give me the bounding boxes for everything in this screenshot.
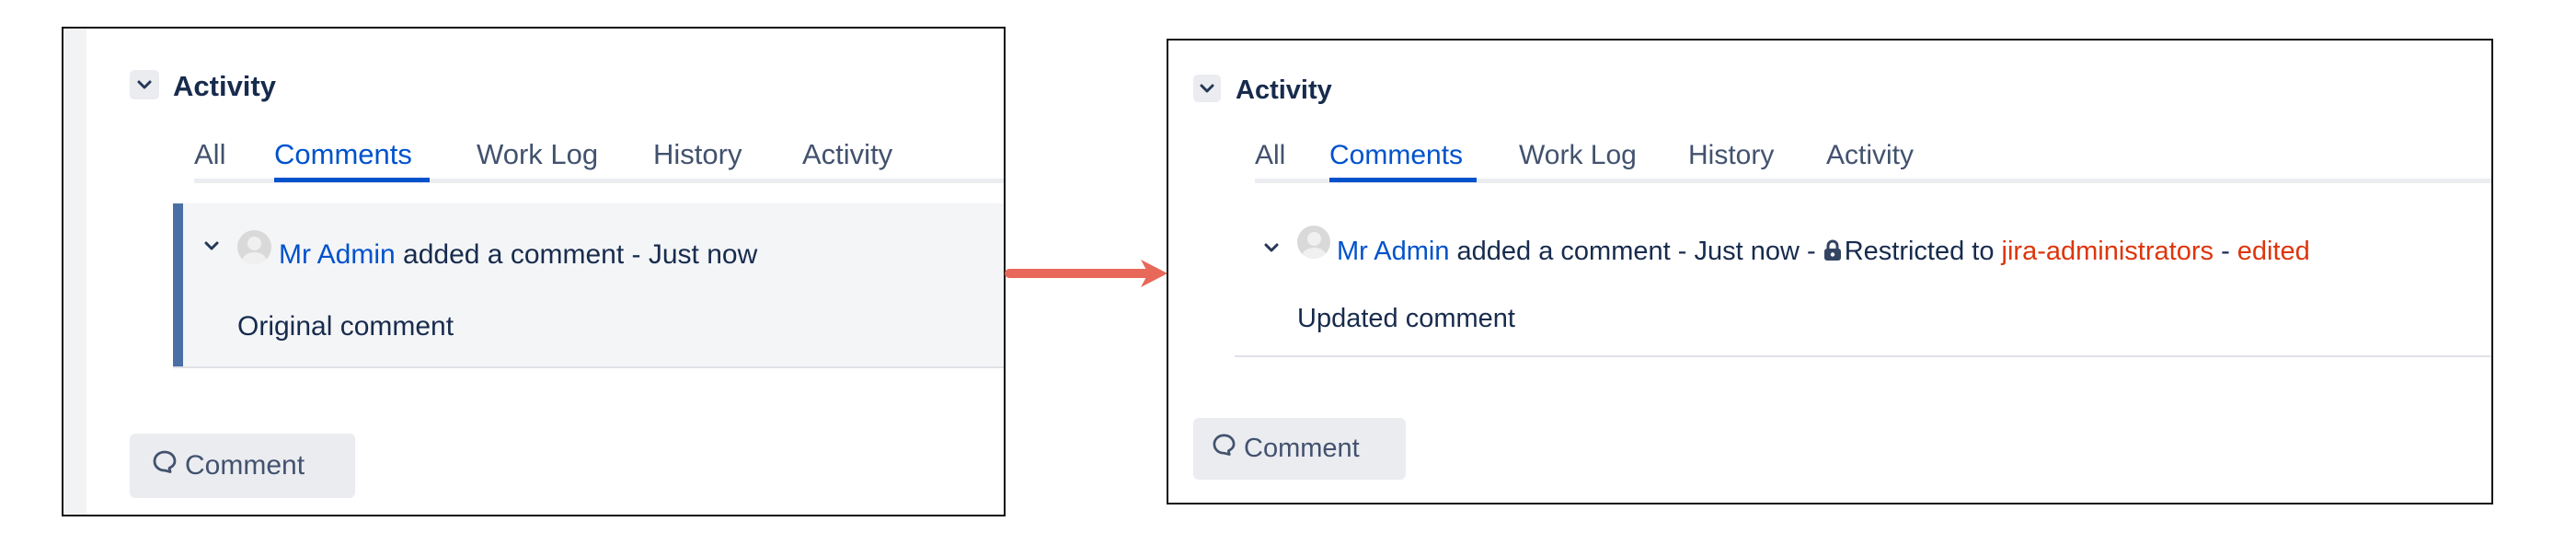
before-activity-panel: Activity All Comments Work Log History A… [62,27,1006,516]
tab-comments[interactable]: Comments [1329,142,1463,169]
tab-activity[interactable]: Activity [802,140,892,168]
comment-action-text: added a comment - Just now - [1456,237,1816,266]
default-avatar-icon [1297,226,1330,259]
chevron-down-icon [137,79,152,90]
comment-author-link[interactable]: Mr Admin [279,239,396,270]
lock-icon [1823,239,1842,267]
comment-meta: Mr Admin added a comment - Just now - Re… [1337,238,2310,267]
meta-separator: - [2221,237,2230,266]
comment-item: Mr Admin added a comment - Just now Orig… [173,203,1004,368]
default-avatar-icon [237,230,271,264]
speech-bubble-icon [1212,433,1236,465]
comment-meta: Mr Admin added a comment - Just now [279,241,757,269]
comment-action-text: added a comment - Just now [403,239,758,270]
comment-body: Updated comment [1297,304,1515,333]
add-comment-label: Comment [1244,434,1360,463]
speech-bubble-icon [152,449,178,482]
activity-collapse-button[interactable] [130,70,159,99]
section-title: Activity [173,70,276,102]
right-arrow-icon [1005,258,1170,294]
add-comment-label: Comment [185,450,305,481]
activity-collapse-button[interactable] [1193,75,1221,102]
tab-history[interactable]: History [653,140,742,168]
active-tab-indicator [1329,178,1477,182]
comment-body: Original comment [237,311,454,342]
comment-author-link[interactable]: Mr Admin [1337,237,1449,266]
active-tab-indicator [274,178,430,182]
focused-comment-bar [173,203,183,366]
tab-all[interactable]: All [1255,142,1285,169]
add-comment-button[interactable]: Comment [130,434,355,498]
left-gutter [63,29,86,515]
tab-history[interactable]: History [1688,142,1774,169]
tab-all[interactable]: All [194,140,225,168]
tab-comments[interactable]: Comments [274,140,412,168]
restricted-prefix: Restricted to [1844,237,1995,266]
tab-activity[interactable]: Activity [1826,142,1914,169]
comment-collapse-chevron-icon[interactable] [204,240,219,251]
after-activity-panel: Activity All Comments Work Log History A… [1167,39,2493,504]
comment-collapse-chevron-icon[interactable] [1264,242,1279,253]
tab-work-log[interactable]: Work Log [477,140,598,168]
edited-indicator[interactable]: edited [2237,237,2310,266]
tab-work-log[interactable]: Work Log [1519,142,1637,169]
comment-divider [1235,355,2491,357]
section-title: Activity [1236,75,1332,105]
add-comment-button[interactable]: Comment [1193,418,1406,480]
chevron-down-icon [1200,83,1214,94]
restricted-group-link[interactable]: jira-administrators [2002,237,2214,266]
